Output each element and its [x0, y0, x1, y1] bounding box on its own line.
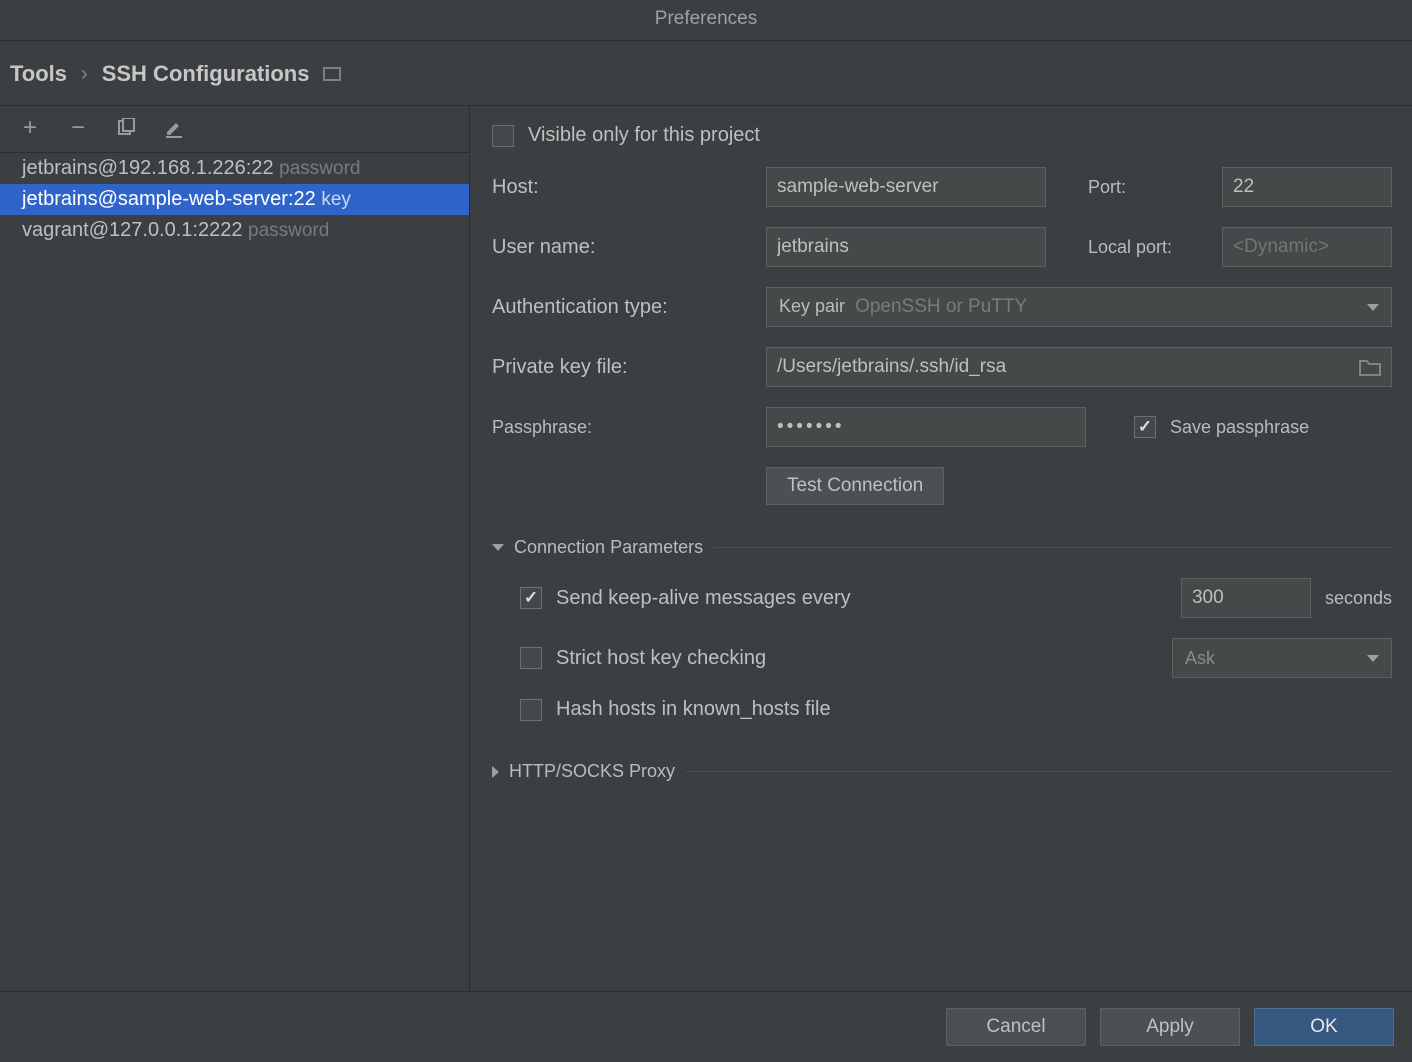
save-passphrase-checkbox[interactable] — [1134, 416, 1156, 438]
keepalive-unit: seconds — [1325, 588, 1392, 609]
auth-type-value: Key pair — [779, 296, 845, 316]
config-list: jetbrains@192.168.1.226:22 password jetb… — [0, 153, 469, 246]
list-item[interactable]: jetbrains@192.168.1.226:22 password — [0, 153, 469, 184]
username-input[interactable] — [766, 227, 1046, 267]
ok-button[interactable]: OK — [1254, 1008, 1394, 1046]
divider — [685, 771, 1392, 772]
config-form: Visible only for this project Host: Port… — [470, 106, 1412, 991]
chevron-down-icon — [492, 544, 504, 551]
chevron-down-icon — [1367, 304, 1379, 311]
connection-params-header[interactable]: Connection Parameters — [492, 537, 1392, 558]
hash-hosts-checkbox[interactable] — [520, 699, 542, 721]
chevron-down-icon — [1367, 655, 1379, 662]
save-passphrase-label: Save passphrase — [1170, 417, 1309, 438]
strict-host-checkbox[interactable] — [520, 647, 542, 669]
connection-params-title: Connection Parameters — [514, 537, 703, 558]
list-item-suffix: password — [248, 220, 329, 241]
add-icon[interactable]: + — [18, 116, 42, 140]
breadcrumb-page: SSH Configurations — [102, 61, 310, 87]
cancel-button[interactable]: Cancel — [946, 1008, 1086, 1046]
hash-hosts-label: Hash hosts in known_hosts file — [556, 698, 831, 721]
remove-icon[interactable]: − — [66, 116, 90, 140]
chevron-right-icon — [492, 766, 499, 778]
auth-type-hint: OpenSSH or PuTTY — [855, 296, 1027, 317]
list-item[interactable]: jetbrains@sample-web-server:22 key — [0, 184, 469, 215]
strict-host-value: Ask — [1185, 648, 1215, 669]
list-item-label: vagrant@127.0.0.1:2222 — [22, 219, 242, 241]
chevron-right-icon: › — [81, 63, 88, 86]
edit-icon[interactable] — [162, 116, 186, 140]
host-label: Host: — [492, 176, 752, 199]
proxy-header[interactable]: HTTP/SOCKS Proxy — [492, 761, 1392, 782]
folder-icon[interactable] — [1359, 358, 1381, 376]
window-stack-icon[interactable] — [323, 67, 341, 81]
username-label: User name: — [492, 236, 752, 259]
window-title: Preferences — [0, 0, 1412, 41]
host-input[interactable] — [766, 167, 1046, 207]
strict-host-label: Strict host key checking — [556, 647, 766, 670]
keepalive-input[interactable] — [1181, 578, 1311, 618]
apply-button[interactable]: Apply — [1100, 1008, 1240, 1046]
visible-only-label: Visible only for this project — [528, 124, 760, 147]
localport-input[interactable] — [1222, 227, 1392, 267]
list-item-suffix: key — [321, 189, 351, 210]
divider — [713, 547, 1392, 548]
proxy-title: HTTP/SOCKS Proxy — [509, 761, 675, 782]
list-item-label: jetbrains@192.168.1.226:22 — [22, 157, 274, 179]
private-key-label: Private key file: — [492, 356, 752, 379]
dialog-footer: Cancel Apply OK — [0, 991, 1412, 1062]
passphrase-input[interactable] — [766, 407, 1086, 447]
breadcrumb: Tools › SSH Configurations — [0, 41, 1412, 105]
copy-icon[interactable] — [114, 116, 138, 140]
port-input[interactable] — [1222, 167, 1392, 207]
keepalive-checkbox[interactable] — [520, 587, 542, 609]
auth-type-select[interactable]: Key pair OpenSSH or PuTTY — [766, 287, 1392, 327]
breadcrumb-root[interactable]: Tools — [10, 61, 67, 87]
config-list-panel: + − jetbrains@192.168.1.226:22 password … — [0, 106, 470, 991]
test-connection-button[interactable]: Test Connection — [766, 467, 944, 505]
port-label: Port: — [1088, 177, 1208, 198]
auth-type-label: Authentication type: — [492, 296, 752, 319]
visible-only-checkbox[interactable] — [492, 125, 514, 147]
localport-label: Local port: — [1088, 237, 1208, 258]
connection-params-body: Send keep-alive messages every seconds S… — [492, 578, 1392, 721]
keepalive-label: Send keep-alive messages every — [556, 587, 851, 610]
private-key-value: /Users/jetbrains/.ssh/id_rsa — [777, 356, 1006, 378]
strict-host-select[interactable]: Ask — [1172, 638, 1392, 678]
list-item-label: jetbrains@sample-web-server:22 — [22, 188, 316, 210]
passphrase-label: Passphrase: — [492, 417, 752, 438]
private-key-input[interactable]: /Users/jetbrains/.ssh/id_rsa — [766, 347, 1392, 387]
list-item[interactable]: vagrant@127.0.0.1:2222 password — [0, 215, 469, 246]
list-toolbar: + − — [0, 106, 469, 153]
list-item-suffix: password — [279, 158, 360, 179]
